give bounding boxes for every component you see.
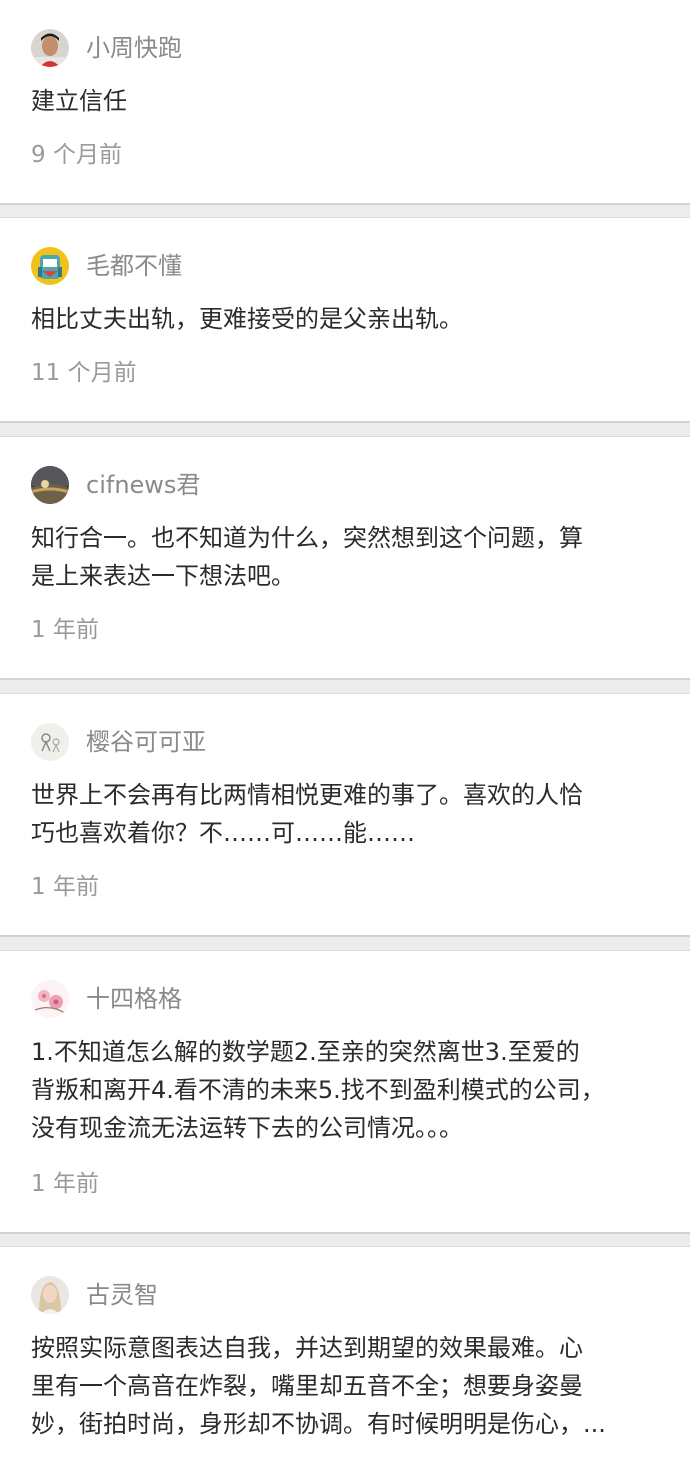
comment-line: 没有现金流无法运转下去的公司情况。。。 <box>31 1114 463 1142</box>
comment-line: 妙，街拍时尚，身形却不协调。有时候明明是伤心，... <box>31 1410 606 1438</box>
woman-portrait-avatar[interactable] <box>31 1276 69 1314</box>
comment-card: 小周快跑 建立信任 9 个月前 <box>0 0 690 205</box>
comment-line: 里有一个高音在炸裂，嘴里却五音不全；想要身姿曼 <box>31 1372 583 1400</box>
comment-header: cifnews君 <box>31 465 200 505</box>
comment-line: 建立信任 <box>31 87 127 115</box>
sketch-avatar[interactable] <box>31 723 69 761</box>
comment-line: 世界上不会再有比两情相悦更难的事了。喜欢的人恰 <box>31 781 583 809</box>
comment-header: 樱谷可可亚 <box>31 722 206 762</box>
comment-text: 知行合一。也不知道为什么，突然想到这个问题，算 是上来表达一下想法吧。 <box>31 519 661 595</box>
username[interactable]: 樱谷可可亚 <box>86 722 206 762</box>
comment-line: 是上来表达一下想法吧。 <box>31 562 295 590</box>
comment-text: 建立信任 <box>31 82 661 120</box>
username[interactable]: 古灵智 <box>86 1275 158 1315</box>
comment-header: 小周快跑 <box>31 28 182 68</box>
comment-text: 按照实际意图表达自我，并达到期望的效果最难。心 里有一个高音在炸裂，嘴里却五音不… <box>31 1329 661 1443</box>
comment-header: 毛都不懂 <box>31 246 182 286</box>
comment-text: 世界上不会再有比两情相悦更难的事了。喜欢的人恰 巧也喜欢着你？不……可……能…… <box>31 776 661 852</box>
comment-line: 按照实际意图表达自我，并达到期望的效果最难。心 <box>31 1334 583 1362</box>
timestamp: 9 个月前 <box>31 142 122 168</box>
man-portrait-avatar[interactable] <box>31 29 69 67</box>
comment-line: 背叛和离开4.看不清的未来5.找不到盈利模式的公司， <box>31 1076 605 1104</box>
comment-line: 1.不知道怎么解的数学题2.至亲的突然离世3.至爱的 <box>31 1038 580 1066</box>
comment-card: cifnews君 知行合一。也不知道为什么，突然想到这个问题，算 是上来表达一下… <box>0 436 690 680</box>
timestamp: 1 年前 <box>31 874 99 900</box>
comment-card: 毛都不懂 相比丈夫出轨，更难接受的是父亲出轨。 11 个月前 <box>0 217 690 423</box>
timestamp: 11 个月前 <box>31 360 137 386</box>
comment-line: 巧也喜欢着你？不……可……能…… <box>31 819 415 847</box>
comment-header: 十四格格 <box>31 979 182 1019</box>
comment-line: 知行合一。也不知道为什么，突然想到这个问题，算 <box>31 524 583 552</box>
username[interactable]: 十四格格 <box>86 979 182 1019</box>
landscape-avatar[interactable] <box>31 466 69 504</box>
comment-text: 相比丈夫出轨，更难接受的是父亲出轨。 <box>31 300 661 338</box>
comment-card: 樱谷可可亚 世界上不会再有比两情相悦更难的事了。喜欢的人恰 巧也喜欢着你？不……… <box>0 693 690 937</box>
timestamp: 1 年前 <box>31 1171 99 1197</box>
username[interactable]: 毛都不懂 <box>86 246 182 286</box>
username[interactable]: cifnews君 <box>86 465 200 505</box>
username[interactable]: 小周快跑 <box>86 28 182 68</box>
comment-card: 十四格格 1.不知道怎么解的数学题2.至亲的突然离世3.至爱的 背叛和离开4.看… <box>0 950 690 1234</box>
timestamp: 1 年前 <box>31 617 99 643</box>
comment-card: 古灵智 按照实际意图表达自我，并达到期望的效果最难。心 里有一个高音在炸裂，嘴里… <box>0 1246 690 1466</box>
cartoon-avatar[interactable] <box>31 247 69 285</box>
comment-text: 1.不知道怎么解的数学题2.至亲的突然离世3.至爱的 背叛和离开4.看不清的未来… <box>31 1033 661 1147</box>
comment-feed: 小周快跑 建立信任 9 个月前 毛都不懂 相比丈夫出轨，更难接受的是父亲出轨。 <box>0 0 690 1466</box>
comment-header: 古灵智 <box>31 1275 158 1315</box>
comment-line: 相比丈夫出轨，更难接受的是父亲出轨。 <box>31 305 463 333</box>
flower-avatar[interactable] <box>31 980 69 1018</box>
